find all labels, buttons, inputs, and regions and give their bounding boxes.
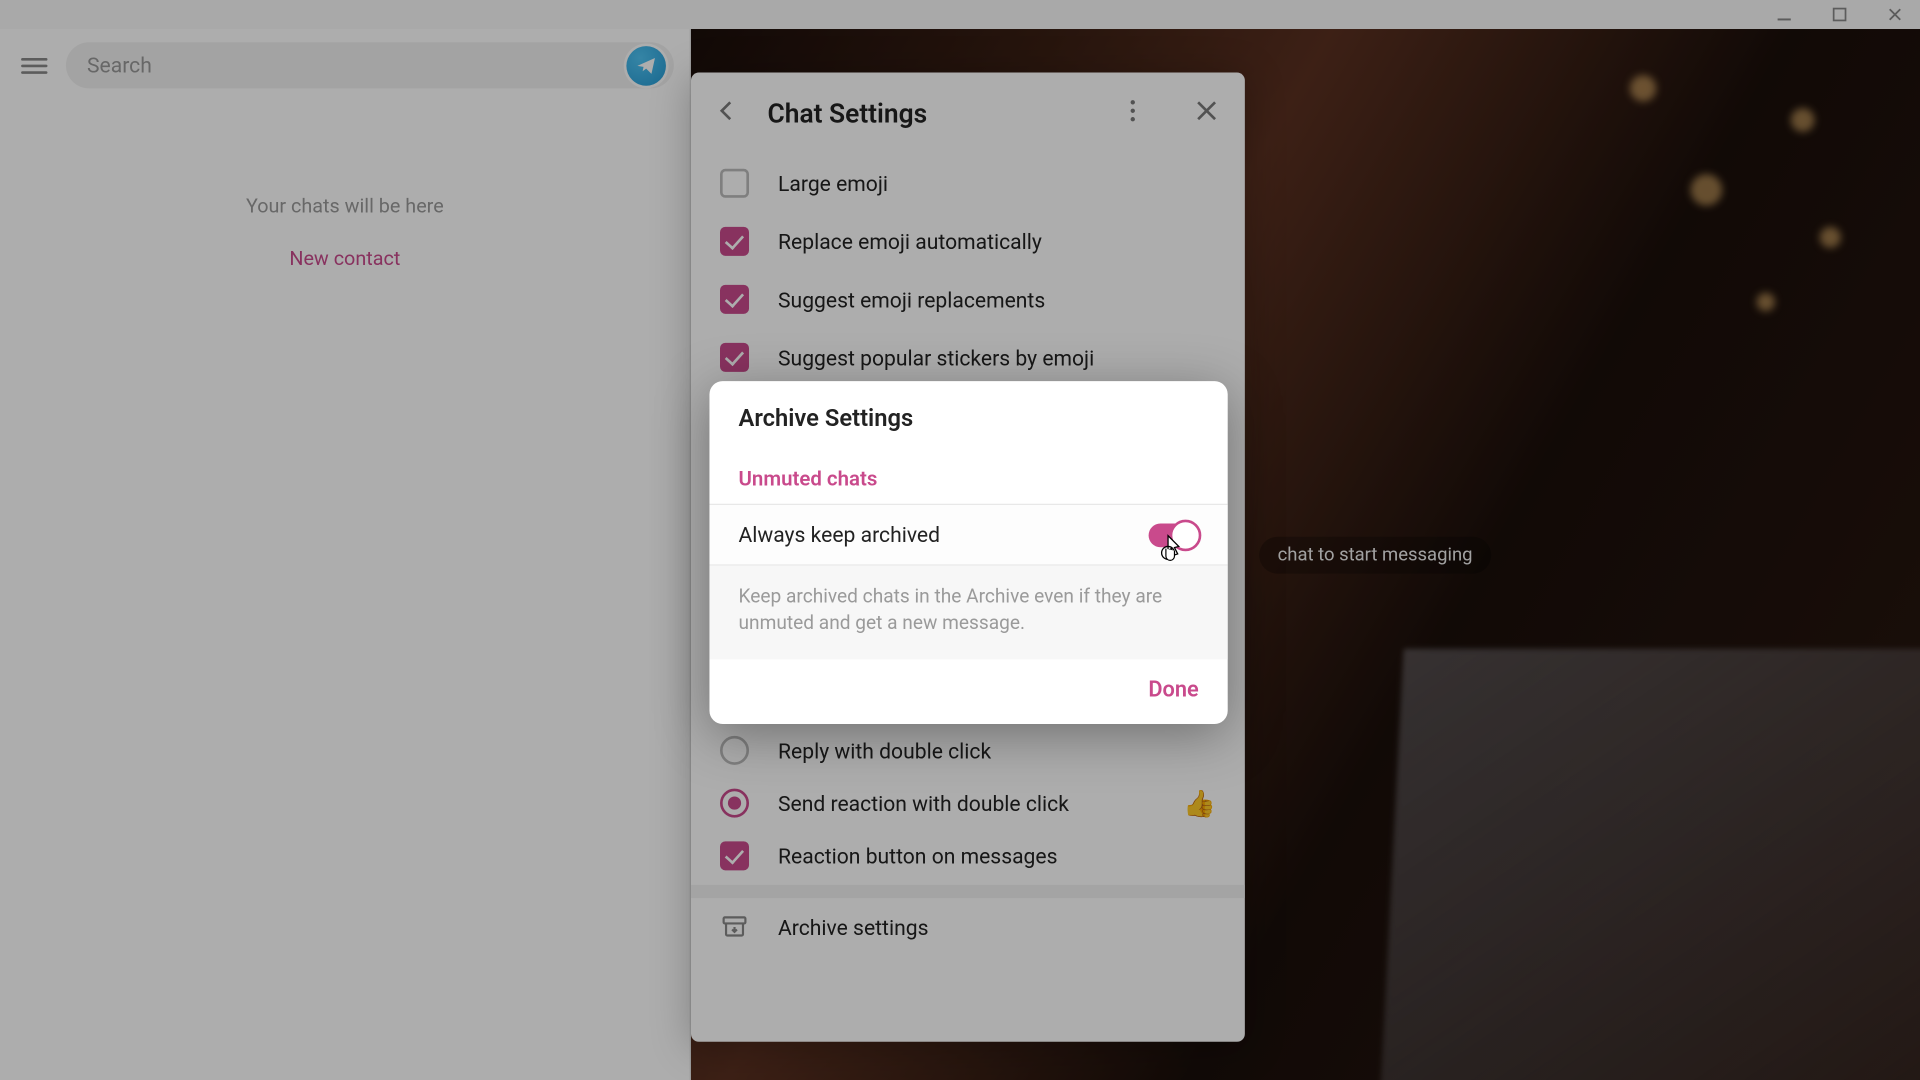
done-button[interactable]: Done [1148,678,1198,703]
pointer-cursor-icon [1155,531,1189,571]
archive-settings-modal: Archive Settings Unmuted chats Always ke… [709,381,1227,724]
modal-section-header: Unmuted chats [709,451,1227,504]
modal-description: Keep archived chats in the Archive even … [709,566,1227,660]
toggle-label: Always keep archived [738,522,940,547]
modal-title: Archive Settings [709,381,1227,451]
always-keep-archived-row[interactable]: Always keep archived [709,505,1227,564]
